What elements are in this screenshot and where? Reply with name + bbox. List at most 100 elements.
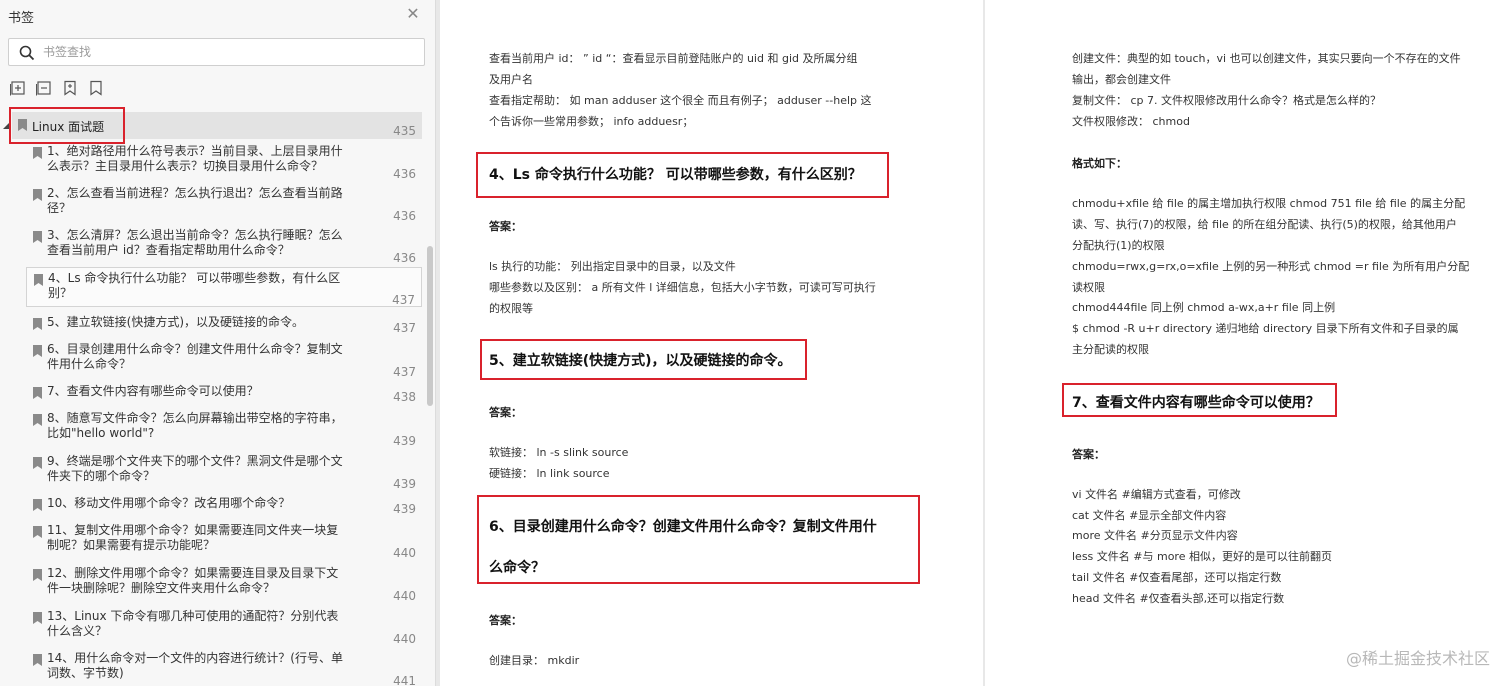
bookmark-page-number: 439 [393, 434, 416, 448]
intro-line: 个告诉你一些常用参数； info adduesr； [489, 115, 694, 128]
intro-line: 文件权限修改： chmod [1072, 115, 1190, 128]
answer-label: 答案： [489, 406, 522, 419]
document-page-left: 查看当前用户 id： ” id “：查看显示目前登陆账户的 uid 和 gid … [440, 0, 983, 686]
bookmark-page-number: 436 [393, 209, 416, 223]
answer-line: less 文件名 #与 more 相似，更好的是可以往前翻页 [1072, 550, 1332, 563]
bookmark-item[interactable]: 10、移动文件用哪个命令？改名用哪个命令？ 439 [26, 496, 422, 518]
bookmark-label: 8、随意写文件命令？怎么向屏幕输出带空格的字符串，比如"hello world"… [47, 411, 343, 440]
answer-line: ls 执行的功能： 列出指定目录中的目录，以及文件 [489, 260, 736, 273]
bookmark-item[interactable]: 13、Linux 下命令有哪几种可使用的通配符？分别代表什么含义？ 440 [26, 609, 422, 646]
chmod-line: chmodu+xfile 给 file 的属主增加执行权限 chmod 751 … [1072, 197, 1466, 210]
bookmark-search-box[interactable] [8, 38, 425, 66]
add-bookmark-icon[interactable] [62, 80, 78, 96]
bookmark-page-number: 436 [393, 251, 416, 265]
question-5-heading: 5、建立软链接(快捷方式)，以及硬链接的命令。 [489, 353, 792, 369]
bookmark-flag-icon [18, 119, 27, 131]
bookmark-item[interactable]: 12、删除文件用哪个命令？如果需要连目录及目录下文件一块删除呢？删除空文件夹用什… [26, 566, 422, 603]
answer-line: 创建目录： mkdir [489, 654, 580, 667]
bookmark-flag-icon [33, 414, 42, 426]
bookmark-item[interactable]: 8、随意写文件命令？怎么向屏幕输出带空格的字符串，比如"hello world"… [26, 411, 422, 448]
bookmark-page-number: 438 [393, 390, 416, 404]
bookmark-scrollbar[interactable] [427, 246, 433, 406]
bookmark-flag-icon [33, 318, 42, 330]
bookmark-item[interactable]: 5、建立软链接(快捷方式)，以及硬链接的命令。 437 [26, 315, 422, 337]
bookmark-item[interactable]: 6、目录创建用什么命令？创建文件用什么命令？复制文件用什么命令？ 437 [26, 342, 422, 379]
bookmark-item[interactable]: 7、查看文件内容有哪些命令可以使用？ 438 [26, 384, 422, 406]
question-6-heading: 么命令？ [489, 560, 545, 576]
bookmark-label: 6、目录创建用什么命令？创建文件用什么命令？复制文件用什么命令？ [47, 342, 343, 371]
bookmark-label: 2、怎么查看当前进程？怎么执行退出？怎么查看当前路径？ [47, 186, 343, 215]
answer-line: cat 文件名 #显示全部文件内容 [1072, 509, 1227, 522]
bookmark-label: 3、怎么清屏？怎么退出当前命令？怎么执行睡眠？怎么查看当前用户 id？查看指定帮… [47, 228, 343, 257]
watermark: @稀土掘金技术社区 [1345, 649, 1490, 668]
answer-line: 软链接： ln -s slink source [489, 446, 629, 459]
bookmark-label: 11、复制文件用哪个命令？如果需要连同文件夹一块复制呢？如果需要有提示功能呢？ [47, 523, 339, 552]
bookmark-flag-icon [33, 457, 42, 469]
bookmark-item[interactable]: 11、复制文件用哪个命令？如果需要连同文件夹一块复制呢？如果需要有提示功能呢？ … [26, 523, 422, 560]
document-page-right: 创建文件：典型的如 touch，vi 也可以创建文件，其实只要向一个不存在的文件… [985, 0, 1512, 686]
intro-line: 查看当前用户 id： ” id “：查看显示目前登陆账户的 uid 和 gid … [489, 52, 858, 65]
bookmark-search-input[interactable] [43, 43, 413, 61]
search-icon [19, 45, 35, 61]
answer-line: 哪些参数以及区别： a 所有文件 l 详细信息，包括大小字节数，可读可写可执行 [489, 281, 876, 294]
bookmark-flag-icon [33, 569, 42, 581]
bookmark-item[interactable]: 3、怎么清屏？怎么退出当前命令？怎么执行睡眠？怎么查看当前用户 id？查看指定帮… [26, 228, 422, 265]
bookmark-page-number: 441 [393, 674, 416, 686]
answer-line: tail 文件名 #仅查看尾部，还可以指定行数 [1072, 571, 1282, 584]
answer-line: more 文件名 #分页显示文件内容 [1072, 529, 1238, 542]
intro-line: 及用户名 [489, 73, 533, 86]
bookmark-page-number: 436 [393, 167, 416, 181]
bookmark-page-number: 439 [393, 477, 416, 491]
intro-line: 输出，都会创建文件 [1072, 73, 1171, 86]
chmod-line: chmodu=rwx,g=rx,o=xfile 上例的另一种形式 chmod =… [1072, 260, 1470, 273]
intro-line: 创建文件：典型的如 touch，vi 也可以创建文件，其实只要向一个不存在的文件 [1072, 52, 1461, 65]
question-7-heading: 7、查看文件内容有哪些命令可以使用？ [1072, 395, 1320, 411]
bookmark-label: 9、终端是哪个文件夹下的哪个文件？黑洞文件是哪个文件夹下的哪个命令？ [47, 454, 343, 483]
bookmark-root-linux[interactable]: Linux 面试题 435 [3, 112, 422, 139]
bookmark-label: 7、查看文件内容有哪些命令可以使用？ [47, 384, 259, 398]
bookmark-flag-icon [33, 654, 42, 666]
collapse-caret-icon[interactable] [3, 123, 9, 129]
chmod-line: 读权限 [1072, 281, 1105, 294]
bookmark-label: 10、移动文件用哪个命令？改名用哪个命令？ [47, 496, 291, 510]
bookmark-panel-title: 书签 [8, 11, 35, 26]
format-label: 格式如下： [1072, 157, 1127, 170]
bookmark-flag-icon [33, 147, 42, 159]
bookmark-item[interactable]: 14、用什么命令对一个文件的内容进行统计？(行号、单词数、字节数) 441 [26, 651, 422, 686]
bookmark-label: 1、绝对路径用什么符号表示？当前目录、上层目录用什么表示？主目录用什么表示？切换… [47, 144, 343, 173]
chmod-line: 主分配读的权限 [1072, 343, 1149, 356]
collapse-all-icon[interactable] [36, 80, 52, 96]
bookmark-flag-icon [33, 345, 42, 357]
bookmark-panel-header: 书签 ✕ [0, 0, 436, 32]
bookmark-label: 5、建立软链接(快捷方式)，以及硬链接的命令。 [47, 315, 304, 329]
bookmark-flag-icon [33, 231, 42, 243]
intro-line: 查看指定帮助： 如 man adduser 这个很全 而且有例子； adduse… [489, 94, 872, 107]
bookmark-label: 12、删除文件用哪个命令？如果需要连目录及目录下文件一块删除呢？删除空文件夹用什… [47, 566, 339, 595]
bookmark-label: 14、用什么命令对一个文件的内容进行统计？(行号、单词数、字节数) [47, 651, 343, 680]
bookmark-item[interactable]: 1、绝对路径用什么符号表示？当前目录、上层目录用什么表示？主目录用什么表示？切换… [26, 144, 422, 181]
answer-line: 硬链接： ln link source [489, 467, 610, 480]
bookmark-flag-icon [33, 499, 42, 511]
bookmark-page-number: 435 [393, 124, 416, 138]
expand-all-icon[interactable] [10, 80, 26, 96]
bookmark-item-selected[interactable]: 4、Ls 命令执行什么功能？ 可以带哪些参数，有什么区别？ 437 [26, 267, 422, 307]
chmod-line: chmod444file 同上例 chmod a-wx,a+r file 同上例 [1072, 301, 1336, 314]
bookmark-page-number: 439 [393, 502, 416, 516]
answer-line: vi 文件名 #编辑方式查看，可修改 [1072, 488, 1241, 501]
answer-line: head 文件名 #仅查看头部,还可以指定行数 [1072, 592, 1285, 605]
bookmark-page-number: 440 [393, 589, 416, 603]
bookmark-icon[interactable] [88, 80, 104, 96]
bookmark-label: 4、Ls 命令执行什么功能？ 可以带哪些参数，有什么区别？ [48, 271, 341, 300]
bookmark-item[interactable]: 9、终端是哪个文件夹下的哪个文件？黑洞文件是哪个文件夹下的哪个命令？ 439 [26, 454, 422, 491]
bookmark-tree: Linux 面试题 435 1、绝对路径用什么符号表示？当前目录、上层目录用什么… [0, 110, 426, 686]
close-icon[interactable]: ✕ [405, 5, 421, 23]
bookmark-flag-icon [33, 387, 42, 399]
chmod-line: 读、写、执行(7)的权限，给 file 的所在组分配读、执行(5)的权限，给其他… [1072, 218, 1457, 231]
bookmark-page-number: 440 [393, 546, 416, 560]
bookmark-page-number: 437 [393, 321, 416, 335]
bookmark-flag-icon [34, 274, 43, 286]
question-6-heading: 6、目录创建用什么命令？创建文件用什么命令？复制文件用什 [489, 519, 877, 535]
answer-line: 的权限等 [489, 302, 533, 315]
bookmark-flag-icon [33, 526, 42, 538]
bookmark-item[interactable]: 2、怎么查看当前进程？怎么执行退出？怎么查看当前路径？ 436 [26, 186, 422, 223]
